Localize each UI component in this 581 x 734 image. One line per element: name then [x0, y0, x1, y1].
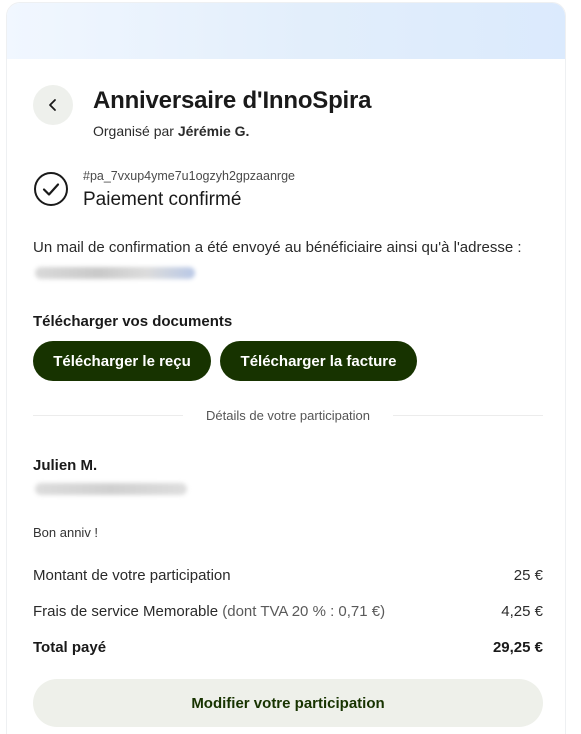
fees-label-group: Frais de service Memorable (dont TVA 20 …: [33, 603, 385, 620]
participant-message: Bon anniv !: [33, 525, 99, 540]
amount-label: Montant de votre participation: [33, 567, 231, 584]
confirmation-text: Un mail de confirmation a été envoyé au …: [33, 239, 522, 256]
total-label: Total payé: [33, 639, 107, 656]
documents-title: Télécharger vos documents: [33, 313, 233, 330]
check-circle-icon: [34, 172, 68, 206]
payment-confirmation-card: Anniversaire d'InnoSpira Organisé par Jé…: [6, 2, 566, 734]
download-receipt-button[interactable]: Télécharger le reçu: [33, 341, 211, 381]
header-banner: [7, 3, 565, 59]
edit-participation-button[interactable]: Modifier votre participation: [33, 679, 543, 727]
event-title: Anniversaire d'InnoSpira: [93, 87, 372, 114]
chevron-left-icon: [49, 99, 56, 111]
participant-name: Julien M.: [33, 457, 98, 474]
event-organizer: Organisé par Jérémie G.: [93, 123, 249, 139]
event-header: Anniversaire d'InnoSpira Organisé par Jé…: [33, 85, 553, 145]
total-row: Total payé 29,25 €: [33, 639, 543, 659]
fees-value: 4,25 €: [501, 603, 543, 620]
organizer-name: Jérémie G.: [177, 123, 250, 139]
payment-status: #pa_7vxup4yme7u1ogzyh2gpzaanrge Paiement…: [33, 167, 553, 217]
redacted-participant-email: [35, 483, 187, 495]
total-value: 29,25 €: [492, 639, 543, 656]
payment-reference: #pa_7vxup4yme7u1ogzyh2gpzaanrge: [83, 169, 295, 183]
amount-value: 25 €: [513, 567, 543, 584]
payment-status-title: Paiement confirmé: [83, 189, 242, 210]
redacted-email: [35, 267, 195, 279]
participation-section-label: Détails de votre participation: [205, 408, 371, 423]
fees-row: Frais de service Memorable (dont TVA 20 …: [33, 603, 543, 623]
fees-detail: (dont TVA 20 % : 0,71 €): [222, 603, 386, 620]
organizer-prefix: Organisé par: [93, 123, 174, 139]
download-invoice-button[interactable]: Télécharger la facture: [220, 341, 417, 381]
fees-label: Frais de service Memorable: [33, 603, 219, 620]
back-button[interactable]: [33, 85, 73, 125]
amount-row: Montant de votre participation 25 €: [33, 567, 543, 587]
